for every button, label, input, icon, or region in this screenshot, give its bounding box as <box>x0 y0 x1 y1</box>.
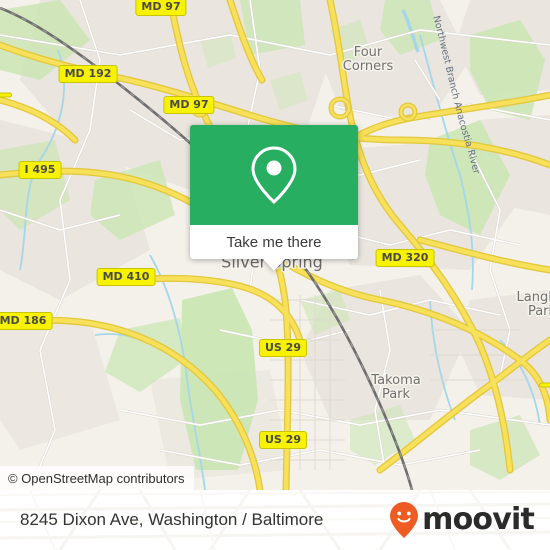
shield-md-97-mid[interactable]: MD 97 <box>163 96 215 114</box>
moovit-logo[interactable]: moovit <box>389 501 535 539</box>
moovit-map-screenshot: Northwest Branch Anacostia River Four Co… <box>0 0 550 550</box>
shield-edge-left-clipped[interactable] <box>0 92 12 98</box>
shield-md-192[interactable]: MD 192 <box>58 65 118 83</box>
footer-bar: 8245 Dixon Ave, Washington / Baltimore m… <box>0 490 550 550</box>
shield-us-29-upper[interactable]: US 29 <box>259 339 307 357</box>
moovit-wordmark: moovit <box>422 502 535 537</box>
take-me-there-button[interactable]: Take me there <box>190 225 358 259</box>
shield-md-320[interactable]: MD 320 <box>375 249 435 267</box>
shield-i-495[interactable]: I 495 <box>18 161 62 179</box>
shield-us-29-lower[interactable]: US 29 <box>259 431 307 449</box>
shield-edge-right-clipped[interactable] <box>539 382 550 388</box>
callout-pointer <box>263 259 285 271</box>
river-label-text: Northwest Branch Anacostia River <box>430 15 481 176</box>
osm-attribution: © OpenStreetMap contributors <box>0 466 194 490</box>
shield-md-186[interactable]: MD 186 <box>0 312 53 330</box>
moovit-smiley-pin-icon <box>390 502 419 538</box>
map-pin-icon <box>251 146 297 205</box>
location-callout-card[interactable]: Take me there <box>190 125 358 271</box>
callout-header <box>190 125 358 225</box>
shield-md-410[interactable]: MD 410 <box>96 268 156 286</box>
shield-md-97-top[interactable]: MD 97 <box>135 0 187 16</box>
map-canvas[interactable]: Northwest Branch Anacostia River Four Co… <box>0 0 550 490</box>
location-title: 8245 Dixon Ave, Washington / Baltimore <box>20 510 324 529</box>
